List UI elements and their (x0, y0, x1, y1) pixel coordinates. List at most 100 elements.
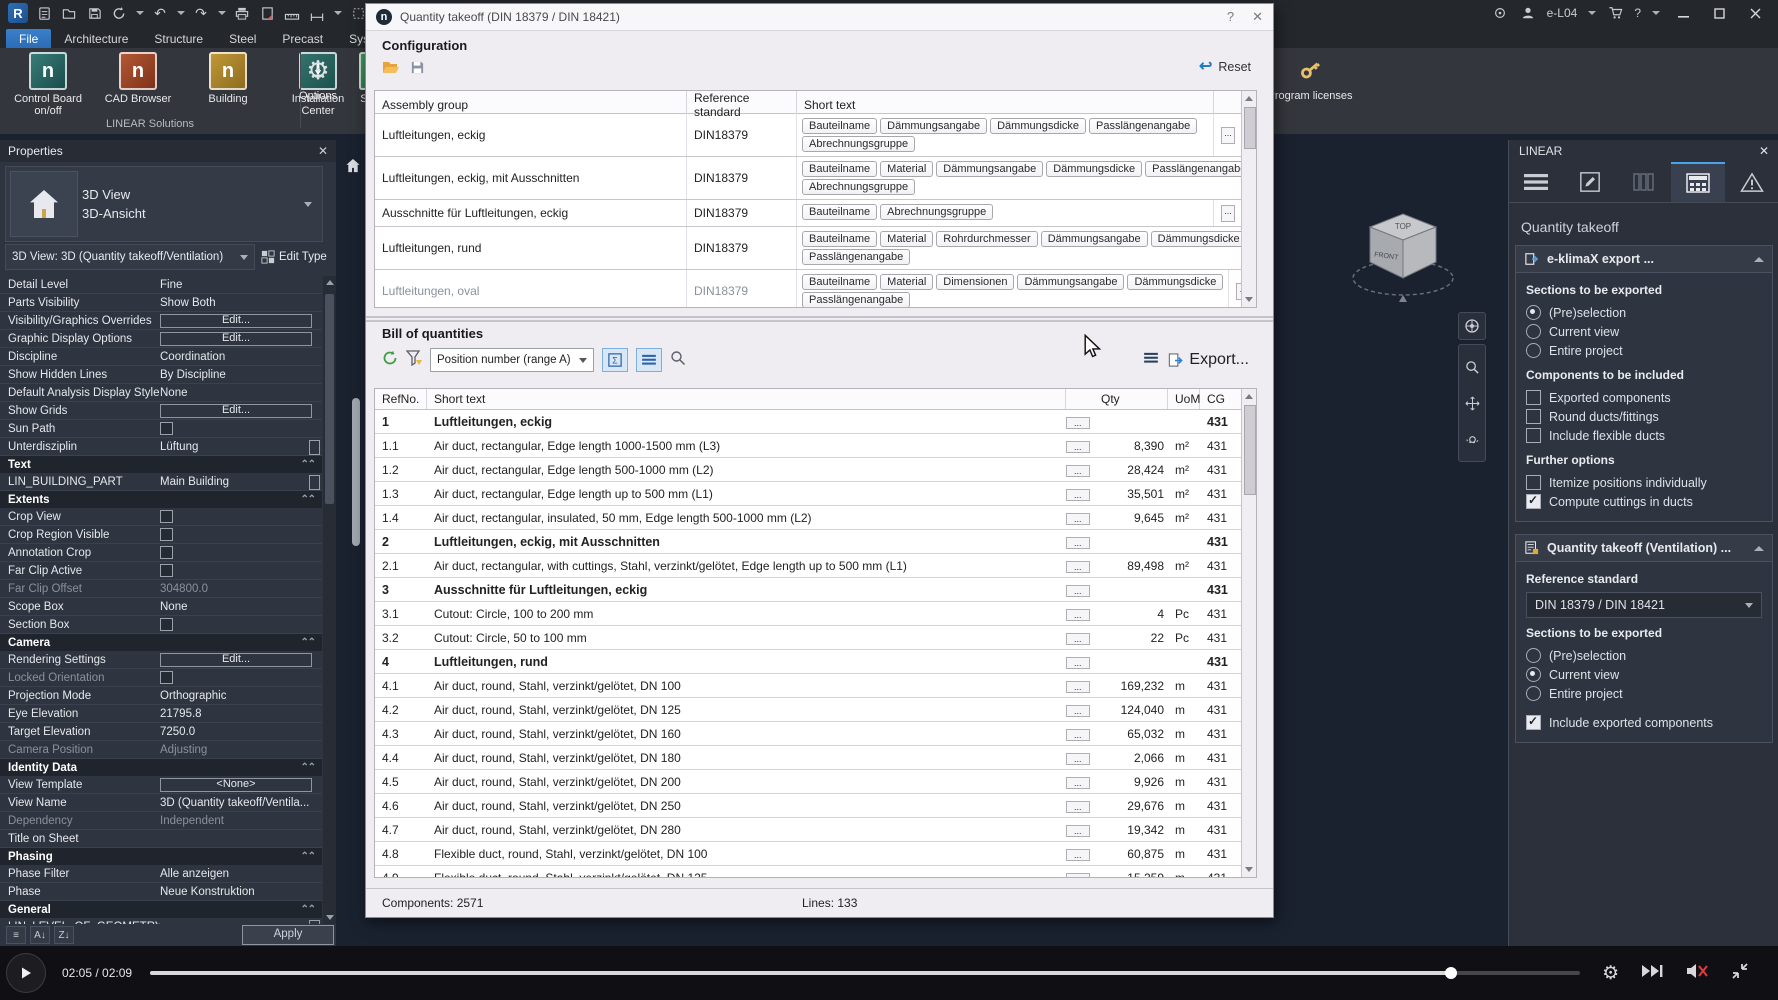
row-more-button[interactable]: ... (1066, 776, 1090, 789)
scroll-thumb[interactable] (325, 294, 334, 504)
boq-row[interactable]: 1.3 Air duct, rectangular, Edge length u… (375, 482, 1242, 506)
properties-section-header[interactable]: Text (0, 456, 322, 473)
viewport-home-button[interactable] (342, 154, 364, 176)
property-checkbox[interactable] (160, 564, 173, 577)
dimension-icon[interactable] (308, 4, 326, 22)
property-edit-button[interactable]: <None> (160, 777, 312, 792)
boq-row[interactable]: 4.1 Air duct, round, Stahl, verzinkt/gel… (375, 674, 1242, 698)
reference-standard-dropdown[interactable]: DIN 18379 / DIN 18421 (1526, 592, 1762, 618)
properties-section-header[interactable]: Identity Data (0, 759, 322, 776)
property-edit-button[interactable]: Edit... (160, 331, 312, 346)
radio-option[interactable]: (Pre)selection (1526, 646, 1762, 665)
checkbox-option[interactable]: Compute cuttings in ducts (1526, 492, 1762, 511)
row-more-button[interactable]: ... (1221, 126, 1235, 144)
sync-dropdown-caret[interactable] (136, 11, 144, 15)
row-more-button[interactable]: ... (1066, 608, 1090, 621)
property-value[interactable]: Coordination (160, 351, 225, 363)
undo-dropdown-caret[interactable] (177, 11, 185, 15)
property-edit-button[interactable]: Edit... (160, 403, 312, 418)
row-more-button[interactable]: ... (1066, 680, 1090, 693)
shorttext-tag[interactable]: Material (880, 161, 934, 177)
dimension-dropdown-caret[interactable] (334, 11, 342, 15)
dialog-title-bar[interactable]: n Quantity takeoff (DIN 18379 / DIN 1842… (366, 4, 1273, 31)
mute-icon[interactable] (1685, 962, 1709, 985)
shorttext-tag[interactable]: Dämmungsangabe (1017, 274, 1125, 290)
scroll-down-icon[interactable] (1245, 297, 1253, 302)
sum-view-toggle[interactable]: Σ (602, 348, 628, 372)
boq-row[interactable]: 4.4 Air duct, round, Stahl, verzinkt/gel… (375, 746, 1242, 770)
shorttext-tag[interactable]: Bauteilname (802, 118, 878, 134)
boq-row[interactable]: 4.3 Air duct, round, Stahl, verzinkt/gel… (375, 722, 1242, 746)
sync-icon[interactable] (110, 4, 128, 22)
row-more-button[interactable]: ... (1066, 872, 1090, 877)
dialog-help-button[interactable]: ? (1227, 9, 1234, 25)
ribbon-button[interactable]: n CAD Browser (96, 50, 180, 117)
shorttext-tag[interactable]: Bauteilname (802, 231, 878, 247)
boq-row[interactable]: 4.5 Air duct, round, Stahl, verzinkt/gel… (375, 770, 1242, 794)
associate-parameter-box[interactable] (309, 475, 320, 490)
configuration-row[interactable]: Luftleitungen, rund DIN18379 Bauteilname… (375, 227, 1253, 270)
shorttext-tag[interactable]: Abrechnungsgruppe (802, 136, 916, 152)
shorttext-tag[interactable]: Dämmungsdicke (1046, 161, 1143, 177)
properties-section-header[interactable]: General (0, 901, 322, 918)
property-value[interactable]: None (160, 387, 188, 399)
apply-button[interactable]: Apply (242, 925, 334, 945)
signed-in-user[interactable]: e-L04 (1547, 6, 1578, 20)
property-value[interactable]: Alle anzeigen (160, 868, 229, 880)
boq-row[interactable]: 4.6 Air duct, round, Stahl, verzinkt/gel… (375, 794, 1242, 818)
col-cg[interactable]: CG (1200, 389, 1242, 409)
navigation-bar[interactable] (1458, 344, 1486, 462)
boq-row[interactable]: 3.2 Cutout: Circle, 50 to 100 mm ... 22 … (375, 626, 1242, 650)
ribbon-tab[interactable]: Precast (269, 29, 336, 49)
row-more-button[interactable]: ... (1066, 728, 1090, 741)
row-more-button[interactable]: ... (1066, 584, 1090, 597)
row-more-button[interactable]: ... (1066, 560, 1090, 573)
close-button[interactable] (1742, 3, 1768, 23)
configuration-row[interactable]: Ausschnitte für Luftleitungen, eckig DIN… (375, 200, 1242, 227)
property-value[interactable]: Neue Konstruktion (160, 886, 255, 898)
scroll-down-icon[interactable] (326, 915, 334, 920)
boq-row[interactable]: 3.1 Cutout: Circle, 100 to 200 mm ... 4 … (375, 602, 1242, 626)
property-value[interactable]: 7250.0 (160, 726, 195, 738)
shorttext-tag[interactable]: Dämmungsangabe (936, 161, 1044, 177)
load-configuration-button[interactable] (382, 60, 400, 80)
row-more-button[interactable]: ... (1066, 824, 1090, 837)
collapse-caret-icon[interactable] (1754, 545, 1764, 551)
shorttext-tag[interactable]: Bauteilname (802, 161, 878, 177)
property-value[interactable]: Main Building (160, 476, 229, 488)
property-edit-button[interactable]: Edit... (160, 313, 312, 328)
property-value[interactable]: 3D (Quantity takeoff/Ventila... (160, 797, 309, 809)
play-button[interactable] (6, 953, 46, 993)
help-menu[interactable]: ? (1634, 6, 1641, 20)
shorttext-tag[interactable]: Passlängenangabe (802, 292, 911, 307)
refresh-button[interactable] (382, 350, 398, 371)
scroll-up-icon[interactable] (1245, 96, 1253, 101)
row-more-button[interactable]: ... (1066, 416, 1090, 429)
exit-fullscreen-icon[interactable] (1731, 962, 1749, 985)
row-more-button[interactable]: ... (1221, 204, 1235, 222)
configuration-row[interactable]: Luftleitungen, eckig, mit Ausschnitten D… (375, 157, 1254, 200)
properties-scrollbar[interactable] (323, 276, 336, 924)
row-more-button[interactable]: ... (1066, 464, 1090, 477)
collapse-caret-icon[interactable] (1754, 256, 1764, 262)
row-more-button[interactable]: ... (1066, 704, 1090, 717)
undo-icon[interactable]: ↶ (151, 4, 169, 22)
ribbon-tab[interactable]: File (6, 29, 52, 49)
eklimax-export-header[interactable]: e-klimaX export ... (1515, 245, 1773, 273)
boq-row[interactable]: 1.2 Air duct, rectangular, Edge length 5… (375, 458, 1242, 482)
measure-icon[interactable] (283, 4, 301, 22)
row-more-button[interactable]: ... (1066, 848, 1090, 861)
boq-table-scrollbar[interactable] (1241, 389, 1256, 877)
notification-icon[interactable] (1491, 4, 1509, 22)
shorttext-tag[interactable]: Dämmungsdicke (1150, 231, 1247, 247)
filter-properties-icon[interactable]: ≡ (6, 926, 26, 944)
redo-dropdown-caret[interactable] (218, 11, 226, 15)
checkbox-option[interactable]: Include flexible ducts (1526, 426, 1762, 445)
save-icon[interactable] (85, 4, 103, 22)
property-checkbox[interactable] (160, 546, 173, 559)
shorttext-tag[interactable]: Passlängenangabe (802, 249, 911, 265)
cart-icon[interactable] (1606, 4, 1624, 22)
properties-section-header[interactable]: Camera (0, 634, 322, 651)
minimize-button[interactable] (1670, 3, 1696, 23)
boq-row[interactable]: 1.4 Air duct, rectangular, insulated, 50… (375, 506, 1242, 530)
